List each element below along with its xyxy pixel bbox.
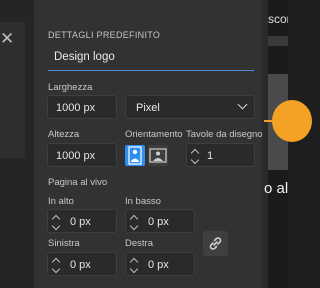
artboards-stepper[interactable]: 1	[186, 143, 255, 167]
height-input[interactable]: 1000 px	[47, 143, 117, 167]
bleed-bottom-value: 0 px	[148, 216, 169, 228]
stepper-arrows-icon[interactable]	[129, 257, 140, 274]
bleed-label: Pagina al vivo	[48, 177, 108, 188]
stepper-arrows-icon[interactable]	[190, 148, 201, 165]
bleed-top-label: In alto	[48, 196, 74, 207]
stepper-arrows-icon[interactable]	[51, 257, 62, 274]
bleed-top-value: 0 px	[70, 216, 91, 228]
right-preview-text-top: scon	[268, 12, 288, 26]
bleed-bottom-label: In basso	[125, 196, 161, 207]
bleed-right-stepper[interactable]: 0 px	[125, 252, 195, 276]
stepper-arrows-icon[interactable]	[129, 214, 140, 231]
stepper-arrows-icon[interactable]	[51, 214, 62, 231]
accent-line	[264, 120, 272, 122]
bleed-top-stepper[interactable]: 0 px	[47, 209, 117, 233]
orientation-portrait-button[interactable]	[125, 145, 145, 166]
height-label: Altezza	[48, 129, 80, 140]
artboards-value: 1	[207, 150, 214, 162]
link-bleed-button[interactable]	[203, 231, 228, 256]
width-input[interactable]: 1000 px	[47, 95, 117, 119]
bleed-right-value: 0 px	[148, 259, 169, 271]
bleed-bottom-stepper[interactable]: 0 px	[125, 209, 195, 233]
landscape-icon	[149, 148, 167, 163]
right-preview-text-bottom: o alt	[264, 180, 288, 197]
portrait-icon	[128, 146, 142, 165]
height-value: 1000 px	[56, 150, 96, 162]
units-value: Pixel	[136, 102, 160, 114]
accent-circle	[272, 100, 312, 142]
orientation-label: Orientamento	[125, 129, 183, 140]
close-icon[interactable]: ✕	[0, 30, 14, 47]
bleed-left-label: Sinistra	[48, 238, 80, 249]
bleed-left-value: 0 px	[70, 259, 91, 271]
bleed-left-stepper[interactable]: 0 px	[47, 252, 117, 276]
link-icon	[209, 237, 222, 250]
right-strip	[268, 36, 288, 46]
preset-name-value: Design logo	[54, 51, 115, 63]
artboards-label: Tavole da disegno	[186, 129, 263, 140]
width-value: 1000 px	[56, 102, 96, 114]
units-select[interactable]: Pixel	[125, 95, 255, 119]
chevron-down-icon	[237, 99, 248, 110]
width-label: Larghezza	[48, 82, 93, 93]
preset-name-input[interactable]: Design logo	[48, 46, 254, 71]
bleed-right-label: Destra	[125, 238, 153, 249]
orientation-landscape-button[interactable]	[148, 145, 168, 166]
section-title: DETTAGLI PREDEFINITO	[48, 30, 161, 40]
